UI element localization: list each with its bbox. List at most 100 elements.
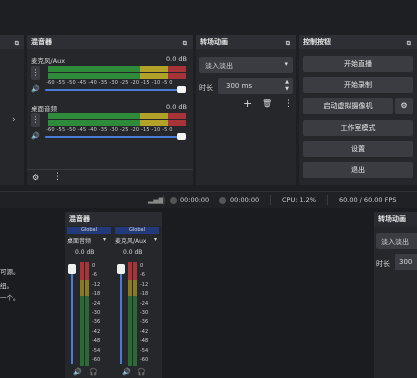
- fps-readout: 60.00 / 60.00 FPS: [339, 196, 397, 204]
- cpu-usage: CPU: 1.2%: [282, 196, 316, 204]
- bottom-duration-value: 300: [399, 258, 413, 266]
- left-text-line: 可源。: [0, 268, 20, 276]
- meter-yellow: [128, 280, 132, 296]
- signal-icon: ▂▄▆: [148, 196, 165, 204]
- controls-title: 控制按钮 ⧉: [299, 35, 417, 49]
- dock-float-icon[interactable]: ⧉: [183, 37, 189, 51]
- virtual-camera-button[interactable]: 启动虚拟摄像机: [303, 98, 393, 114]
- vertical-mixer-title: 混音器: [65, 212, 162, 226]
- vertical-scale: 0 -6 -12 -18 -24 -30 -36 -42 -48 -54 -60: [92, 263, 101, 364]
- mixer-menu-icon[interactable]: ⋮: [53, 172, 62, 182]
- channel-group-label: Global: [115, 227, 159, 234]
- volume-meter-desktop-r: [48, 120, 186, 126]
- transition-select-value: 淡入淡出: [205, 62, 233, 70]
- studio-mode-button[interactable]: 工作室模式: [303, 120, 413, 136]
- transition-menu-icon[interactable]: ⋮: [284, 99, 293, 109]
- speaker-icon[interactable]: 🔊: [73, 368, 82, 376]
- volume-meter-mic-r: [48, 73, 186, 79]
- dock-float-icon[interactable]: ⧉: [286, 37, 292, 51]
- bottom-transition-title: 转场动画: [374, 212, 417, 226]
- meter-red: [128, 262, 132, 280]
- headphone-icon[interactable]: 🎧: [89, 368, 98, 376]
- audio-mixer-panel: 混音器 ⧉ 麦克风/Aux 0.0 dB ⋮ -60 -55 -50 -45 -…: [27, 35, 193, 185]
- duration-value: 300 ms: [226, 82, 253, 90]
- vertical-channel-name: 桌面音频: [67, 238, 92, 245]
- duration-label: 时长: [199, 84, 213, 92]
- vertical-channel-name: 麦克风/Aux: [115, 238, 147, 245]
- meter-yellow: [80, 280, 84, 296]
- meter-green: [80, 296, 84, 366]
- volume-slider-knob[interactable]: [177, 86, 186, 93]
- advanced-audio-gear-icon[interactable]: ⚙: [32, 173, 39, 182]
- vertical-volume-slider[interactable]: [120, 268, 122, 364]
- start-recording-button[interactable]: 开始录制: [303, 77, 413, 93]
- bottom-transition-select[interactable]: 淡入淡出: [376, 233, 417, 249]
- volume-slider-mic[interactable]: [45, 89, 185, 91]
- bottom-window: [0, 208, 417, 378]
- channel-menu-button[interactable]: ⋮: [31, 66, 40, 80]
- transition-title-text: 转场动画: [200, 38, 228, 46]
- trash-icon[interactable]: 🗑: [262, 99, 272, 108]
- meter-red: [80, 262, 84, 280]
- channel-group-label: Global: [67, 227, 111, 234]
- vertical-mixer-panel: 混音器 Global 桌面音频 ▾ 0.0 dB 0 -6 -12 -18 -24 -30…: [65, 212, 162, 378]
- virtual-camera-gear-icon[interactable]: ⚙: [395, 98, 413, 114]
- transition-select[interactable]: 淡入淡出 ▾: [199, 57, 293, 73]
- left-text-line: 纽。: [0, 282, 13, 290]
- add-transition-icon[interactable]: +: [243, 97, 252, 110]
- meter-yellow: [85, 280, 89, 296]
- channel-menu-button[interactable]: ⋮: [31, 113, 40, 127]
- spinner-icon[interactable]: ▲ ▼: [285, 79, 289, 93]
- transition-panel: 转场动画 ⧉ 淡入淡出 ▾ 时长 300 ms ▲ ▼ + 🗑 ⋮: [196, 35, 296, 185]
- bottom-transition-value: 淡入淡出: [381, 238, 409, 246]
- channel-name-mic: 麦克风/Aux: [31, 57, 66, 65]
- channel-name-desktop: 桌面音频: [31, 105, 57, 113]
- chevron-down-icon: ▾: [284, 60, 288, 68]
- vertical-channel-level: 0.0 dB: [123, 249, 143, 256]
- bottom-duration-label: 时长: [376, 260, 390, 268]
- dock-float-icon[interactable]: ⧉: [407, 37, 413, 51]
- meter-red: [133, 262, 137, 280]
- chevron-icon: ›: [12, 115, 16, 125]
- controls-title-text: 控制按钮: [303, 38, 331, 46]
- record-indicator-icon: [219, 197, 226, 204]
- bottom-transition-title-text: 转场动画: [378, 215, 406, 223]
- vertical-channel-level: 0.0 dB: [75, 249, 95, 256]
- volume-meter-desktop: [48, 113, 186, 119]
- speaker-icon[interactable]: 🔊: [31, 85, 40, 93]
- vertical-slider-knob[interactable]: [68, 264, 76, 274]
- scenes-panel-stub: ⧉ ›: [0, 35, 24, 185]
- settings-button[interactable]: 设置: [303, 141, 413, 157]
- exit-button[interactable]: 退出: [303, 162, 413, 178]
- bottom-duration-input[interactable]: 300: [395, 254, 417, 270]
- volume-slider-desktop[interactable]: [45, 136, 185, 138]
- vertical-scale: 0 -6 -12 -18 -24 -30 -36 -42 -48 -54 -60: [140, 263, 149, 364]
- mixer-title: 混音器 ⧉: [27, 35, 193, 49]
- transition-title: 转场动画 ⧉: [196, 35, 296, 49]
- meter-red: [85, 262, 89, 280]
- volume-slider-knob[interactable]: [177, 133, 186, 140]
- headphone-icon[interactable]: 🎧: [137, 368, 146, 376]
- meter-scale: -60 -55 -50 -45 -40 -35 -30 -25 -20 -15 …: [46, 127, 173, 133]
- left-text-line: 一个。: [0, 294, 20, 302]
- vertical-slider-knob[interactable]: [117, 264, 125, 274]
- vertical-volume-slider[interactable]: [71, 268, 73, 364]
- speaker-icon[interactable]: 🔊: [31, 132, 40, 140]
- status-bar: ▂▄▆ 00:00:00 00:00:00 CPU: 1.2% 60.00 / …: [0, 191, 417, 208]
- chevron-down-icon[interactable]: ▾: [154, 236, 157, 243]
- controls-panel: 控制按钮 ⧉ 开始直播 开始录制 启动虚拟摄像机 ⚙ 工作室模式 设置 退出: [299, 35, 417, 185]
- chevron-down-icon[interactable]: ▾: [103, 236, 106, 243]
- channel-level-desktop: 0.0 dB: [166, 103, 187, 111]
- mixer-title-text: 混音器: [31, 38, 52, 46]
- meter-green: [128, 296, 132, 366]
- meter-scale: -60 -55 -50 -45 -40 -35 -30 -25 -20 -15 …: [46, 80, 173, 86]
- dock-float-icon[interactable]: ⧉: [15, 37, 21, 51]
- stream-time: 00:00:00: [180, 196, 210, 204]
- duration-input[interactable]: 300 ms ▲ ▼: [218, 78, 293, 94]
- meter-green: [85, 296, 89, 366]
- channel-level-mic: 0.0 dB: [166, 55, 187, 63]
- start-streaming-button[interactable]: 开始直播: [303, 56, 413, 72]
- speaker-icon[interactable]: 🔊: [122, 368, 131, 376]
- record-time: 00:00:00: [230, 196, 260, 204]
- stream-indicator-icon: [170, 197, 177, 204]
